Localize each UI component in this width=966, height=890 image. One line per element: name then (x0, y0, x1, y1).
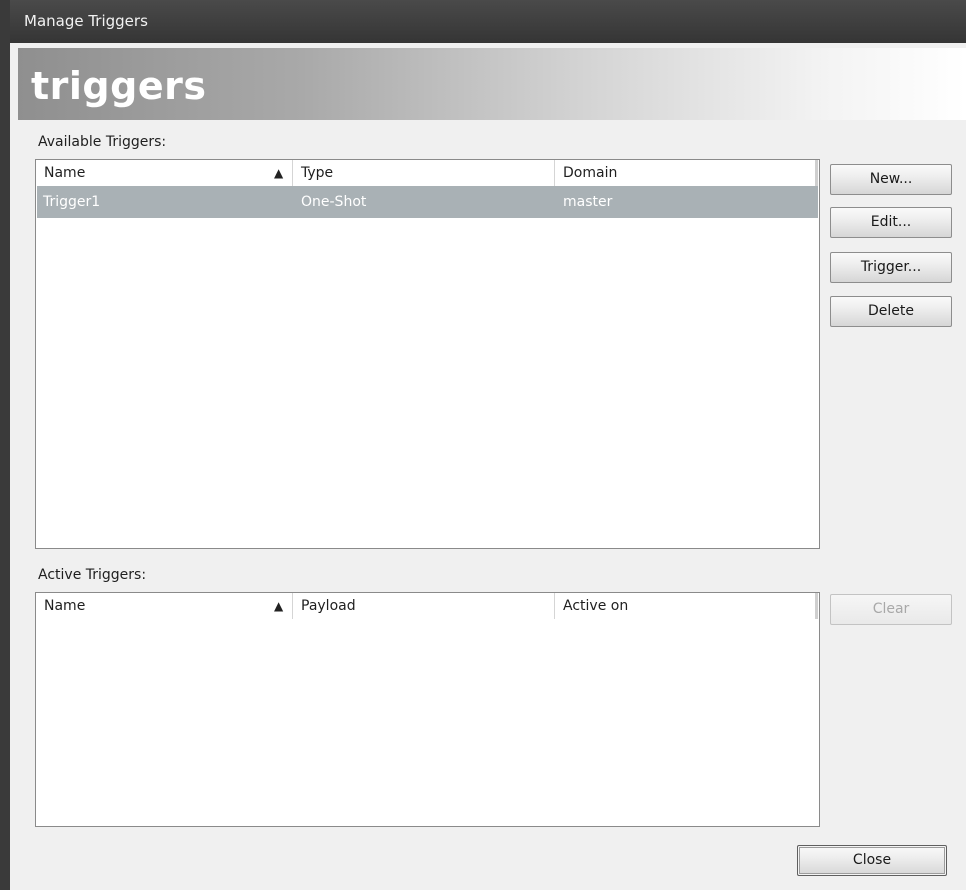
header-banner: triggers (18, 48, 966, 120)
row-type-cell: One-Shot (301, 194, 367, 210)
window-titlebar[interactable]: Manage Triggers (10, 0, 966, 43)
clear-button[interactable]: Clear (830, 594, 952, 625)
row-name-cell: Trigger1 (43, 194, 101, 210)
new-button[interactable]: New... (830, 164, 952, 195)
active-triggers-list[interactable]: Name ▲ Payload Active on (35, 592, 820, 827)
column-header-payload-label: Payload (301, 598, 356, 614)
column-header-name[interactable]: Name ▲ (36, 593, 293, 619)
available-triggers-header: Name ▲ Type Domain (36, 160, 819, 186)
column-header-name-label: Name (44, 598, 86, 614)
column-header-type[interactable]: Type (293, 160, 555, 186)
column-header-name[interactable]: Name ▲ (36, 160, 293, 186)
column-header-active-on-label: Active on (563, 598, 629, 614)
active-triggers-label: Active Triggers: (38, 567, 147, 583)
available-triggers-list[interactable]: Name ▲ Type Domain Trigger1 One-Shot mas… (35, 159, 820, 549)
sort-ascending-icon: ▲ (274, 599, 284, 613)
sort-ascending-icon: ▲ (274, 166, 284, 180)
active-triggers-header: Name ▲ Payload Active on (36, 593, 819, 619)
column-header-payload[interactable]: Payload (293, 593, 555, 619)
header-corner (815, 160, 818, 186)
edit-button[interactable]: Edit... (830, 207, 952, 238)
column-header-type-label: Type (301, 165, 334, 181)
close-button[interactable]: Close (797, 845, 947, 876)
column-header-active-on[interactable]: Active on (555, 593, 817, 619)
banner-title: triggers (31, 64, 207, 108)
header-corner (815, 593, 818, 619)
table-row[interactable]: Trigger1 One-Shot master (37, 186, 818, 218)
trigger-button[interactable]: Trigger... (830, 252, 952, 283)
available-triggers-label: Available Triggers: (38, 134, 167, 150)
column-header-domain-label: Domain (563, 165, 618, 181)
row-domain-cell: master (563, 194, 613, 210)
window-title: Manage Triggers (24, 12, 148, 30)
manage-triggers-dialog: triggers Available Triggers: Name ▲ Type… (10, 43, 966, 890)
window-left-border (0, 0, 10, 890)
delete-button[interactable]: Delete (830, 296, 952, 327)
column-header-name-label: Name (44, 165, 86, 181)
column-header-domain[interactable]: Domain (555, 160, 817, 186)
